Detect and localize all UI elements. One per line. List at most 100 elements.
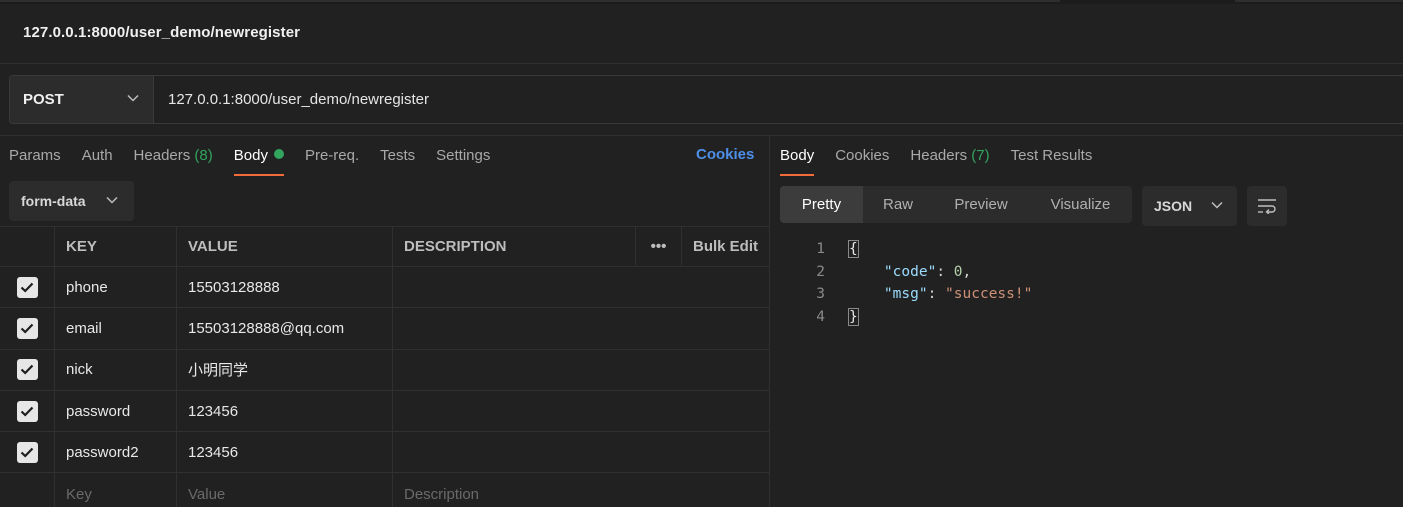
url-input[interactable]: 127.0.0.1:8000/user_demo/newregister: [154, 76, 429, 123]
checkmark-icon: [20, 364, 34, 375]
row-checkbox-cell: [0, 432, 55, 473]
tab-label: Headers: [910, 147, 968, 164]
tab-test-results[interactable]: Test Results: [1011, 146, 1093, 176]
response-body-code[interactable]: 1 { 2 "code": 0, 3 "msg": "success!" 4}: [800, 238, 1032, 328]
table-row: password2 123456: [0, 432, 769, 474]
tab-label: Body: [233, 147, 268, 164]
tab-label: Test Results: [1010, 147, 1093, 164]
row-checkbox[interactable]: [16, 441, 38, 463]
table-row: phone 15503128888: [0, 267, 769, 309]
new-value-input[interactable]: Value: [177, 473, 393, 507]
tab-settings[interactable]: Settings: [436, 146, 490, 176]
tab-response-body[interactable]: Body: [780, 146, 815, 176]
row-checkbox[interactable]: [16, 276, 38, 298]
view-mode-bar: Pretty Raw Preview Visualize: [780, 186, 1132, 223]
json-key: "msg": [883, 286, 928, 302]
code-line: 4}: [800, 306, 1032, 329]
line-number: 3: [816, 286, 825, 302]
json-key: "code": [883, 263, 937, 280]
tab-label: Tests: [380, 147, 416, 164]
row-key[interactable]: password2: [55, 432, 177, 473]
request-title[interactable]: 127.0.0.1:8000/user_demo/newregister: [23, 24, 300, 41]
row-description[interactable]: [393, 391, 635, 431]
tab-label: Auth: [81, 147, 113, 164]
tab-auth[interactable]: Auth: [82, 146, 113, 176]
tab-response-headers[interactable]: Headers (7): [910, 146, 989, 176]
chevron-down-icon: [127, 94, 139, 102]
divider: [0, 63, 1403, 64]
view-pretty[interactable]: Pretty: [780, 186, 863, 223]
form-data-table: KEY VALUE DESCRIPTION ••• Bulk Edit phon…: [0, 226, 769, 507]
wrap-lines-button[interactable]: [1247, 186, 1287, 226]
new-description-input[interactable]: Description: [393, 473, 635, 507]
new-key-input[interactable]: Key: [55, 473, 177, 507]
row-checkbox[interactable]: [16, 359, 38, 381]
row-checkbox-cell: [0, 390, 55, 432]
line-number: 4: [816, 308, 825, 325]
table-header: KEY VALUE DESCRIPTION ••• Bulk Edit: [0, 226, 769, 267]
row-checkbox[interactable]: [16, 317, 38, 339]
chevron-down-icon: [1211, 201, 1223, 209]
pane-splitter[interactable]: [769, 136, 770, 507]
json-brace: {: [848, 240, 859, 258]
view-preview[interactable]: Preview: [933, 186, 1029, 223]
row-key[interactable]: email: [55, 308, 177, 349]
row-key[interactable]: phone: [55, 267, 177, 308]
url-bar: POST 127.0.0.1:8000/user_demo/newregiste…: [9, 75, 1403, 124]
row-key[interactable]: password: [55, 390, 177, 432]
chevron-down-icon: [106, 196, 118, 204]
tab-label: Settings: [436, 147, 491, 164]
row-value[interactable]: 123456: [177, 390, 393, 432]
row-value[interactable]: 15503128888: [177, 267, 393, 308]
top-tab-strip: [0, 0, 1403, 4]
cookies-link[interactable]: Cookies: [696, 146, 754, 163]
row-checkbox-cell: [0, 308, 55, 349]
table-row: email 15503128888@qq.com: [0, 308, 769, 350]
code-line: 3 "msg": "success!": [800, 283, 1032, 306]
row-description[interactable]: [393, 267, 635, 307]
format-label: JSON: [1154, 198, 1193, 214]
response-tabs: Body Cookies Headers (7) Test Results: [780, 146, 1113, 176]
checkmark-icon: [20, 323, 34, 334]
new-row: Key Value Description: [0, 473, 769, 507]
row-value[interactable]: 123456: [177, 432, 393, 473]
view-raw[interactable]: Raw: [863, 186, 933, 223]
tab-headers[interactable]: Headers (8): [134, 146, 213, 176]
row-value[interactable]: 小明同学: [177, 349, 393, 390]
header-value: VALUE: [177, 227, 393, 266]
header-description: DESCRIPTION: [404, 238, 507, 255]
more-options-button[interactable]: •••: [635, 227, 682, 266]
row-value[interactable]: 15503128888@qq.com: [177, 308, 393, 349]
row-description[interactable]: [393, 432, 635, 472]
row-description[interactable]: [393, 350, 635, 390]
header-checkbox-col: [0, 227, 55, 266]
json-value: 0: [953, 263, 963, 280]
format-select[interactable]: JSON: [1142, 186, 1237, 226]
tab-tests[interactable]: Tests: [380, 146, 415, 176]
body-type-select[interactable]: form-data: [9, 181, 134, 221]
tab-label: Params: [9, 147, 61, 164]
request-tabs: Params Auth Headers (8) Body Pre-req. Te…: [9, 146, 511, 176]
wrap-lines-icon: [1258, 199, 1276, 214]
code-line: 2 "code": 0,: [800, 261, 1032, 284]
line-number: 1: [816, 241, 825, 257]
tab-body[interactable]: Body: [233, 146, 285, 176]
method-label: POST: [23, 91, 64, 108]
row-key[interactable]: nick: [55, 349, 177, 390]
checkmark-icon: [20, 282, 34, 293]
table-row: password 123456: [0, 390, 769, 433]
body-type-label: form-data: [21, 193, 86, 209]
headers-count: (7): [971, 147, 990, 164]
method-select[interactable]: POST: [10, 76, 154, 123]
bulk-edit-button[interactable]: Bulk Edit: [682, 227, 769, 266]
headers-count: (8): [194, 147, 213, 164]
row-checkbox[interactable]: [16, 400, 38, 422]
tab-response-cookies[interactable]: Cookies: [835, 146, 889, 176]
divider: [0, 135, 1403, 136]
tab-label: Headers: [133, 147, 191, 164]
tab-params[interactable]: Params: [9, 146, 61, 176]
row-checkbox-cell: [0, 349, 55, 390]
view-visualize[interactable]: Visualize: [1029, 186, 1132, 223]
tab-pre-request[interactable]: Pre-req.: [305, 146, 359, 176]
row-description[interactable]: [393, 308, 635, 348]
